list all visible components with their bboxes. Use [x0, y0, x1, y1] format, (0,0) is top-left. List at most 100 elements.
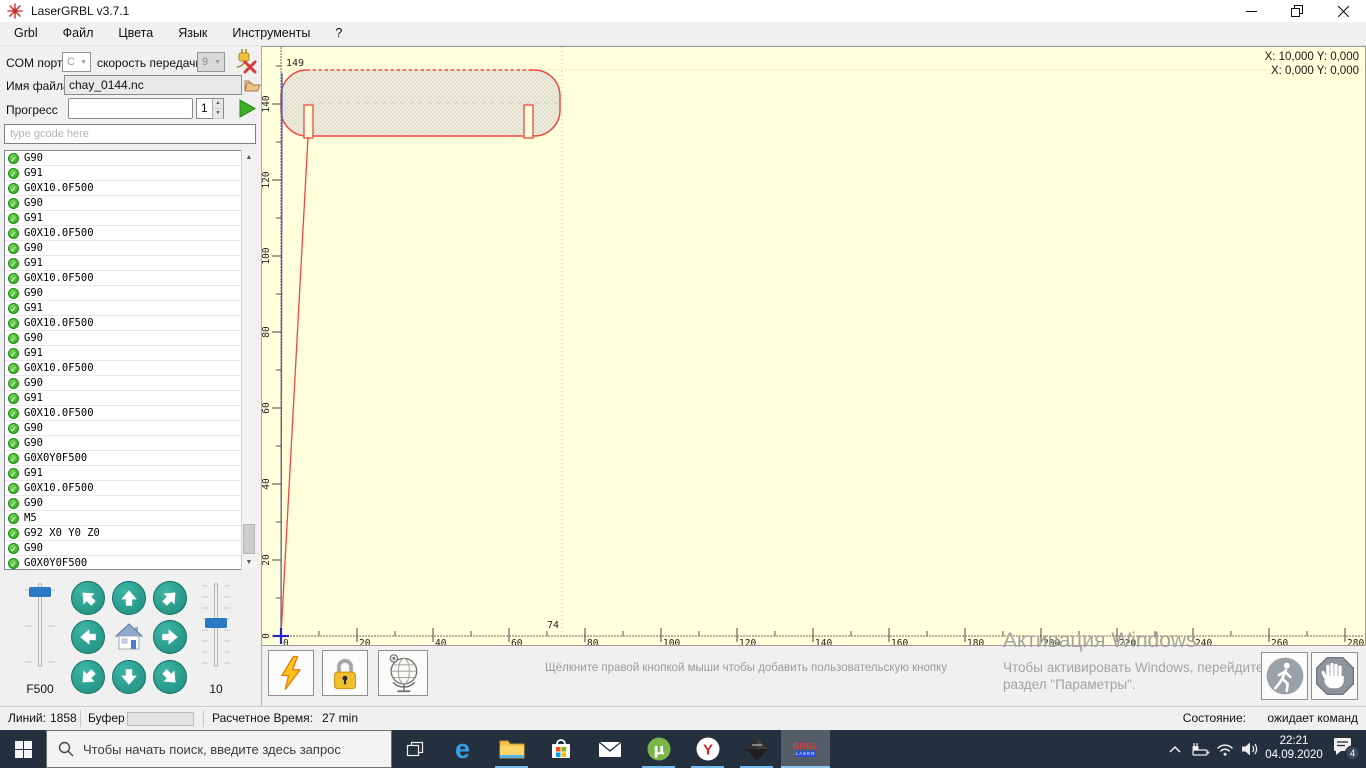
gcode-line[interactable]: ✓ G0X0Y0F500 [5, 556, 255, 569]
jog-down-left-button[interactable] [71, 660, 105, 694]
taskbar-app-lasergrbl[interactable]: GRBL LASER [781, 730, 830, 768]
gcode-line[interactable]: ✓ G90 [5, 286, 255, 301]
gcode-line[interactable]: ✓ G91 [5, 166, 255, 181]
volume-icon[interactable] [1237, 730, 1262, 768]
taskbar-app-store[interactable] [536, 730, 585, 768]
jog-up-right-button[interactable] [153, 581, 187, 615]
file-explorer-icon [499, 740, 524, 759]
com-port-select[interactable]: C ▼ [62, 52, 91, 72]
gcode-list[interactable]: ✓ G90 ✓ G91 ✓ G0X10.0F500 ✓ G90 ✓ G91 ✓ … [4, 150, 256, 570]
gcode-line[interactable]: ✓ G92 X0 Y0 Z0 [5, 526, 255, 541]
jog-up-button[interactable] [112, 581, 146, 615]
tray-chevron-icon[interactable] [1162, 730, 1187, 768]
gcode-scrollbar[interactable]: ▲ ▼ [241, 150, 256, 570]
jog-right-button[interactable] [153, 620, 187, 654]
gcode-line[interactable]: ✓ G90 [5, 196, 255, 211]
gcode-line[interactable]: ✓ G91 [5, 466, 255, 481]
start-button[interactable] [0, 730, 46, 768]
svg-text:0: 0 [283, 638, 289, 645]
jog-down-right-button[interactable] [153, 660, 187, 694]
resume-button[interactable] [1261, 652, 1308, 700]
menu-item[interactable]: Файл [52, 22, 105, 45]
restore-button[interactable] [1274, 0, 1320, 22]
gcode-line[interactable]: ✓ G90 [5, 496, 255, 511]
step-slider[interactable] [198, 578, 234, 675]
gcode-line[interactable]: ✓ G90 [5, 541, 255, 556]
taskbar-app-mail[interactable] [585, 730, 634, 768]
gcode-line[interactable]: ✓ G90 [5, 376, 255, 391]
taskbar-search[interactable] [46, 730, 392, 768]
stepper-up-icon[interactable]: ▲ [213, 99, 223, 109]
connect-disconnect-icon[interactable] [231, 49, 258, 74]
stop-button[interactable] [1311, 652, 1358, 700]
taskbar-app-explorer[interactable] [487, 730, 536, 768]
battery-icon[interactable] [1187, 730, 1212, 768]
play-button[interactable] [239, 99, 256, 118]
gcode-input[interactable] [4, 124, 256, 144]
gcode-line[interactable]: ✓ G0X10.0F500 [5, 181, 255, 196]
jog-down-button[interactable] [112, 660, 146, 694]
gcode-line[interactable]: ✓ G90 [5, 436, 255, 451]
estimated-time-value: 27 min [322, 711, 359, 725]
lock-button[interactable] [322, 650, 368, 696]
gcode-line[interactable]: ✓ G0X10.0F500 [5, 316, 255, 331]
search-input[interactable] [83, 741, 373, 757]
gcode-line[interactable]: ✓ G90 [5, 331, 255, 346]
home-button[interactable] [112, 620, 146, 654]
svg-text:µ: µ [653, 741, 664, 759]
trace-border-button[interactable] [378, 650, 428, 696]
taskbar-app-utorrent[interactable]: µ [634, 730, 683, 768]
jog-left-button[interactable] [71, 620, 105, 654]
task-view-button[interactable] [392, 730, 438, 768]
gcode-line[interactable]: ✓ G0X0Y0F500 [5, 451, 255, 466]
gcode-line[interactable]: ✓ G90 [5, 421, 255, 436]
stepper-down-icon[interactable]: ▼ [213, 109, 223, 119]
step-slider-thumb [205, 618, 227, 628]
scrollbar-thumb[interactable] [243, 524, 255, 554]
gcode-line[interactable]: ✓ G0X10.0F500 [5, 481, 255, 496]
gcode-line[interactable]: ✓ G91 [5, 301, 255, 316]
jog-up-left-button[interactable] [71, 581, 105, 615]
notification-center-button[interactable]: 4 [1326, 730, 1366, 768]
check-icon: ✓ [8, 242, 19, 254]
menu-item[interactable]: Инструменты [221, 22, 321, 45]
menu-item[interactable]: Grbl [3, 22, 49, 45]
taskbar-app-yandex[interactable]: Y [683, 730, 732, 768]
gcode-line[interactable]: ✓ G90 [5, 241, 255, 256]
passes-stepper[interactable]: 1 ▲ ▼ [196, 98, 224, 119]
gcode-preview-canvas[interactable]: X: 10,000 Y: 0,000 X: 0,000 Y: 0,000 0 2… [261, 46, 1366, 649]
minimize-button[interactable] [1228, 0, 1274, 22]
gcode-line[interactable]: ✓ G0X10.0F500 [5, 271, 255, 286]
gcode-line[interactable]: ✓ G0X10.0F500 [5, 226, 255, 241]
taskbar-app-edge[interactable]: e [438, 730, 487, 768]
gcode-line[interactable]: ✓ G91 [5, 211, 255, 226]
scroll-up-icon[interactable]: ▲ [242, 150, 256, 165]
search-icon [58, 741, 74, 757]
svg-text:20: 20 [359, 638, 371, 645]
focus-laser-button[interactable] [268, 650, 314, 696]
gcode-line[interactable]: ✓ G0X10.0F500 [5, 406, 255, 421]
gcode-line[interactable]: ✓ G91 [5, 346, 255, 361]
close-button[interactable] [1320, 0, 1366, 22]
baud-select[interactable]: 9 ▼ [197, 52, 225, 72]
check-icon: ✓ [8, 287, 19, 299]
step-value-label: 10 [209, 682, 223, 696]
svg-text:260: 260 [1271, 638, 1288, 645]
open-file-icon[interactable] [243, 77, 261, 93]
gcode-line[interactable]: ✓ G91 [5, 391, 255, 406]
gcode-line[interactable]: ✓ G90 [5, 151, 255, 166]
menu-item[interactable]: Язык [167, 22, 218, 45]
com-port-label: COM порт [6, 56, 63, 70]
gcode-line[interactable]: ✓ G91 [5, 256, 255, 271]
taskbar-clock[interactable]: 22:21 04.09.2020 [1262, 730, 1326, 768]
scroll-down-icon[interactable]: ▼ [242, 555, 256, 570]
wifi-icon[interactable] [1212, 730, 1237, 768]
taskbar-app-inkscape[interactable] [732, 730, 781, 768]
check-icon: ✓ [8, 467, 19, 479]
filename-field[interactable] [64, 75, 242, 95]
gcode-line[interactable]: ✓ G0X10.0F500 [5, 361, 255, 376]
gcode-line[interactable]: ✓ M5 [5, 511, 255, 526]
menu-item[interactable]: Цвета [107, 22, 164, 45]
feed-slider[interactable] [22, 578, 58, 675]
menu-item[interactable]: ? [324, 22, 353, 45]
